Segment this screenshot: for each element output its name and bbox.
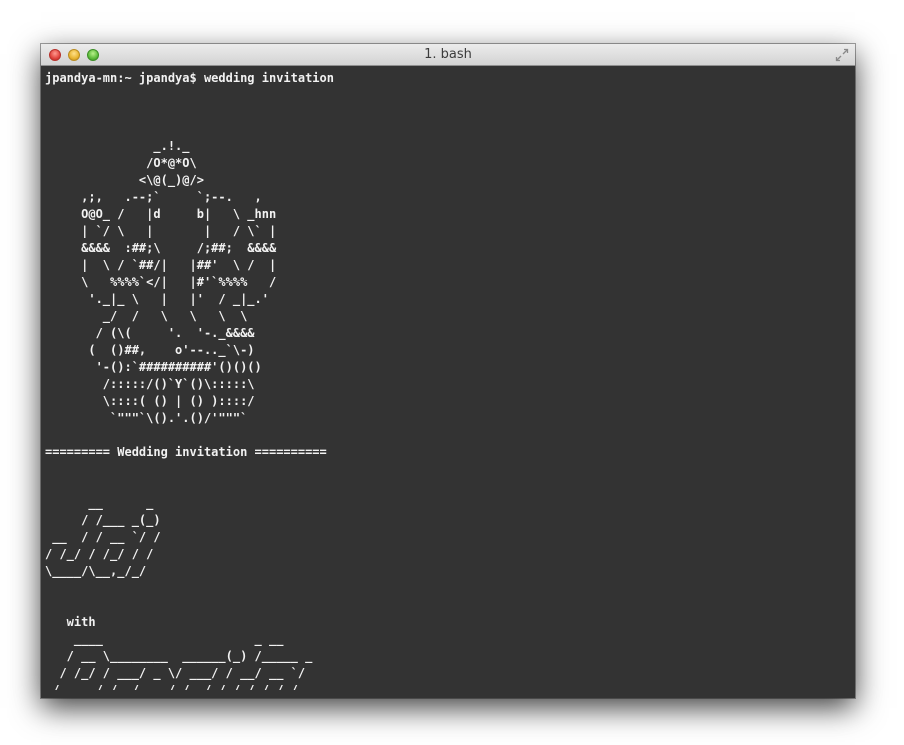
terminal-line: <\@(_)@/>	[45, 173, 204, 187]
terminal-line: | `/ \ | | / \` |	[45, 224, 277, 238]
window-title: 1. bash	[424, 47, 472, 62]
terminal-output[interactable]: jpandya-mn:~ jpandya$ wedding invitation…	[45, 70, 851, 690]
terminal-line: \ %%%%`</| |#'`%%%% /	[45, 275, 277, 289]
terminal-line: O@O_ / |d b| \ _hnn	[45, 207, 277, 221]
terminal-line: '-():`##########'()()()	[45, 360, 262, 374]
terminal-line: __ / / __ `/ /	[45, 530, 161, 544]
terminal-line: /O*@*O\	[45, 156, 197, 170]
terminal-line: &&&& :##;\ /;##; &&&&	[45, 241, 277, 255]
terminal-window: 1. bash jpandya-mn:~ jpandya$ wedding in…	[41, 44, 855, 698]
terminal-line: | \ / `##/| |##' \ / |	[45, 258, 277, 272]
terminal-line: \____/\__,_/_/	[45, 564, 147, 578]
title-bar[interactable]: 1. bash	[41, 44, 855, 66]
terminal-line: ( ()##, o'--.._`\-)	[45, 343, 255, 357]
terminal-line: '._|_ \ | |' / _|_.'	[45, 292, 269, 306]
terminal-line: / ____/ / / __/ / / / /_/ /_/ /	[45, 683, 298, 690]
terminal-line: / /___ _(_)	[45, 513, 161, 527]
terminal-line: / (\( '. '-._&&&&	[45, 326, 255, 340]
prompt-line: jpandya-mn:~ jpandya$ wedding invitation	[45, 71, 334, 85]
terminal-line: / /_/ / ___/ _ \/ ___/ / __/ __ `/	[45, 666, 306, 680]
terminal-line: _/ / \ \ \ \	[45, 309, 248, 323]
terminal-line: ,;, .--;` `;--. ,	[45, 190, 262, 204]
terminal-line: __ _	[45, 496, 154, 510]
terminal-line: \::::( () | () )::::/	[45, 394, 255, 408]
terminal-line: ____ _ __	[45, 632, 284, 646]
fullscreen-arrows-icon[interactable]	[835, 48, 849, 62]
terminal-line: / /_/ / /_/ / /	[45, 547, 154, 561]
terminal-line: _.!._	[45, 139, 190, 153]
terminal-line: `"""`\().'.()/'"""`	[45, 411, 248, 425]
terminal-line: /:::::/()`Y`()\:::::\	[45, 377, 255, 391]
terminal-line: with	[45, 615, 96, 629]
terminal-line: / __ \________ ______(_) /_____ _	[45, 649, 313, 663]
terminal-line: ========= Wedding invitation ==========	[45, 445, 327, 459]
